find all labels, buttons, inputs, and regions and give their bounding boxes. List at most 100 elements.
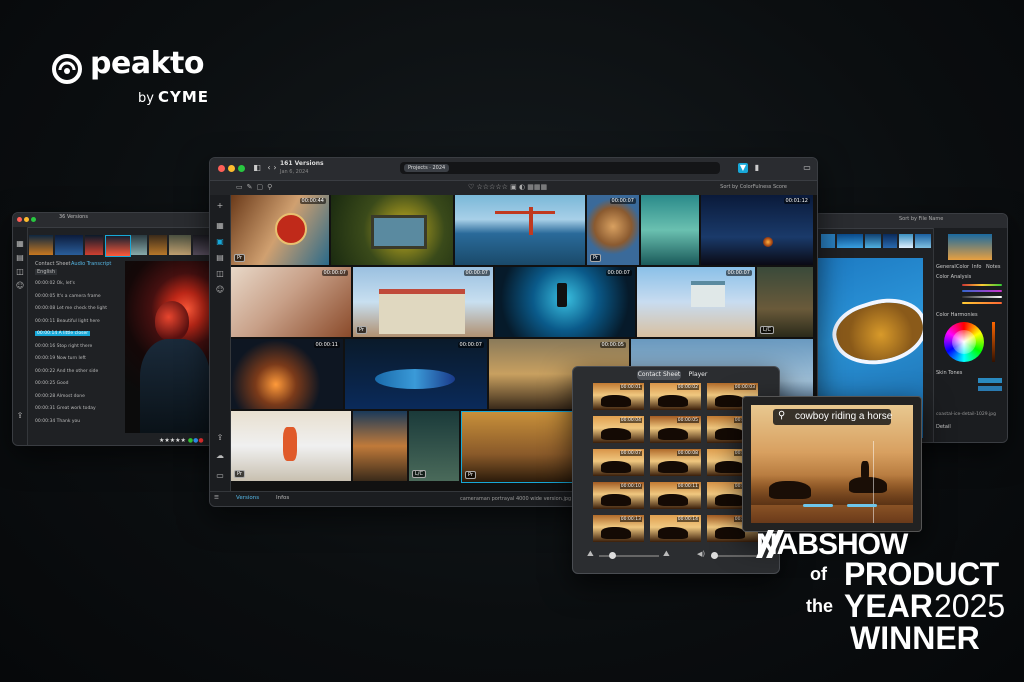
grid-icon[interactable]: ▦ [15, 239, 25, 249]
contact-frame[interactable]: 00:00:08 [650, 449, 701, 476]
people-icon[interactable]: ☺ [15, 281, 25, 291]
filter-icon[interactable]: ▼ [738, 163, 748, 173]
sort-label[interactable]: Sort by File Name [899, 216, 943, 222]
zoom-button[interactable] [238, 165, 245, 172]
add-icon[interactable]: + [215, 201, 225, 211]
strip-thumb[interactable] [915, 234, 931, 248]
transcript-line[interactable]: 00:00:22 And the other side [35, 369, 98, 374]
sort-label[interactable]: Sort by ColorFulness Score [720, 184, 787, 190]
close-button[interactable] [17, 217, 22, 222]
contact-frame[interactable]: 00:00:05 [650, 416, 701, 443]
match-segment[interactable] [803, 504, 833, 507]
grid-tile[interactable]: L/C [757, 267, 813, 337]
grid-tile[interactable]: 00:00:07 Pr [353, 267, 493, 337]
strip-thumb[interactable] [865, 234, 881, 248]
search-field[interactable]: Projects · 2024 [400, 162, 720, 174]
stats-icon[interactable]: ▮ [752, 163, 762, 173]
strip-thumb[interactable] [131, 235, 147, 255]
audio-transcript-tab[interactable]: Audio Transcript [71, 261, 111, 267]
map-icon[interactable]: ◫ [215, 269, 225, 279]
cloud-icon[interactable]: ☁ [215, 451, 225, 461]
detail-field[interactable]: Detail [936, 424, 951, 430]
people-icon[interactable]: ☺ [215, 285, 225, 295]
strip-thumb[interactable] [55, 235, 83, 255]
strip-thumb[interactable] [899, 234, 913, 248]
contact-frame[interactable]: 00:00:04 [593, 416, 644, 443]
minimize-button[interactable] [24, 217, 29, 222]
grid-tile[interactable] [641, 195, 699, 265]
grid-tile[interactable]: Pr [461, 411, 573, 483]
share-icon[interactable]: ⇪ [15, 411, 25, 421]
minimize-button[interactable] [228, 165, 235, 172]
grid-tile[interactable]: 00:00:07 [345, 339, 487, 409]
forward-icon[interactable]: › [270, 163, 280, 173]
match-segment[interactable] [847, 504, 877, 507]
zoom-button[interactable] [31, 217, 36, 222]
sidebar-toggle-icon[interactable]: ◧ [252, 163, 262, 173]
share-icon[interactable]: ⇪ [215, 433, 225, 443]
transcript-line[interactable]: 00:00:19 Now turn left [35, 356, 86, 361]
contact-frame[interactable]: 00:00:07 [593, 449, 644, 476]
drive-icon[interactable]: ▭ [215, 471, 225, 481]
search-chip[interactable]: Projects · 2024 [404, 164, 450, 172]
tab-general[interactable]: General [936, 264, 956, 270]
language-select[interactable]: English [35, 269, 58, 275]
contact-frame[interactable]: 00:00:02 [650, 383, 701, 410]
contact-frame[interactable]: 00:00:10 [593, 482, 644, 509]
grid-tile[interactable]: 00:00:07 Pr [587, 195, 639, 265]
contact-sheet-tab[interactable]: Contact Sheet [35, 261, 71, 267]
brightness-slider[interactable] [992, 322, 995, 362]
rating-filter[interactable]: ♡ ☆☆☆☆☆ ▣ ◐ ▦▦▦ [468, 183, 547, 191]
zoom-slider[interactable] [599, 552, 659, 559]
tab-info[interactable]: Info [972, 264, 981, 270]
close-button[interactable] [218, 165, 225, 172]
transcript-line[interactable]: 00:00:08 Let me check the light [35, 306, 107, 311]
toolbar-icons[interactable]: ▭✎▢⚲ [236, 183, 276, 191]
tab-notes[interactable]: Notes [986, 264, 1000, 270]
transcript-line[interactable]: 00:00:02 Ok, let's [35, 281, 75, 286]
grid-tile[interactable]: L/C [409, 411, 459, 481]
strip-thumb[interactable] [169, 235, 191, 255]
grid-tile[interactable] [455, 195, 585, 265]
contact-frame[interactable]: 00:00:14 [650, 515, 701, 542]
grid-tile[interactable]: 00:00:07 [231, 267, 351, 337]
tab-color[interactable]: Color [956, 264, 969, 270]
transcript-line[interactable]: 00:00:14 A little closer [35, 331, 91, 336]
transcript-line[interactable]: 00:00:25 Good [35, 381, 69, 386]
strip-thumb[interactable] [85, 235, 103, 255]
semantic-search-field[interactable]: ⚲ cowboy riding a horse [773, 409, 892, 425]
contact-frame[interactable]: 00:00:13 [593, 515, 644, 542]
color-slider[interactable] [962, 290, 1002, 292]
tab-infos[interactable]: Infos [276, 495, 289, 501]
menu-icon[interactable]: ☰ [214, 495, 219, 501]
transcript-line[interactable]: 00:00:11 Beautiful light here [35, 319, 100, 324]
player-tab[interactable]: Player [683, 370, 713, 380]
grid-tile[interactable]: 00:00:07 [495, 267, 635, 337]
speaker-icon[interactable]: ◀) [697, 550, 705, 558]
panel-toggle-icon[interactable]: ▭ [802, 163, 812, 173]
tab-versions[interactable]: Versions [236, 495, 259, 501]
transcript-line[interactable]: 00:00:16 Stop right there [35, 344, 92, 349]
transcript-line[interactable]: 00:00:34 Thank you [35, 419, 80, 424]
contact-frame[interactable]: 00:00:11 [650, 482, 701, 509]
color-slider[interactable] [962, 302, 1002, 304]
strip-thumb[interactable] [837, 234, 863, 248]
folder-icon[interactable]: ▤ [215, 253, 225, 263]
color-slider[interactable] [962, 296, 1002, 298]
transcript-line[interactable]: 00:00:31 Great work today [35, 406, 96, 411]
grid-tile[interactable] [331, 195, 453, 265]
strip-thumb[interactable] [29, 235, 53, 255]
grid-tile[interactable]: 00:00:07 [637, 267, 755, 337]
color-wheel[interactable] [944, 322, 984, 362]
strip-thumb[interactable] [149, 235, 167, 255]
grid-tile[interactable] [353, 411, 407, 481]
grid-tile[interactable]: 00:01:12 [701, 195, 813, 265]
library-icon[interactable]: ▣ [215, 237, 225, 247]
grid-tile[interactable]: 00:00:11 [231, 339, 343, 409]
grid-tile[interactable]: 00:00:44 Pr [231, 195, 329, 265]
strip-thumb[interactable] [821, 234, 835, 248]
strip-thumb[interactable] [105, 235, 131, 257]
contact-frame[interactable]: 00:00:01 [593, 383, 644, 410]
folder-icon[interactable]: ▤ [15, 253, 25, 263]
contact-sheet-tab[interactable]: Contact Sheet [637, 370, 681, 380]
